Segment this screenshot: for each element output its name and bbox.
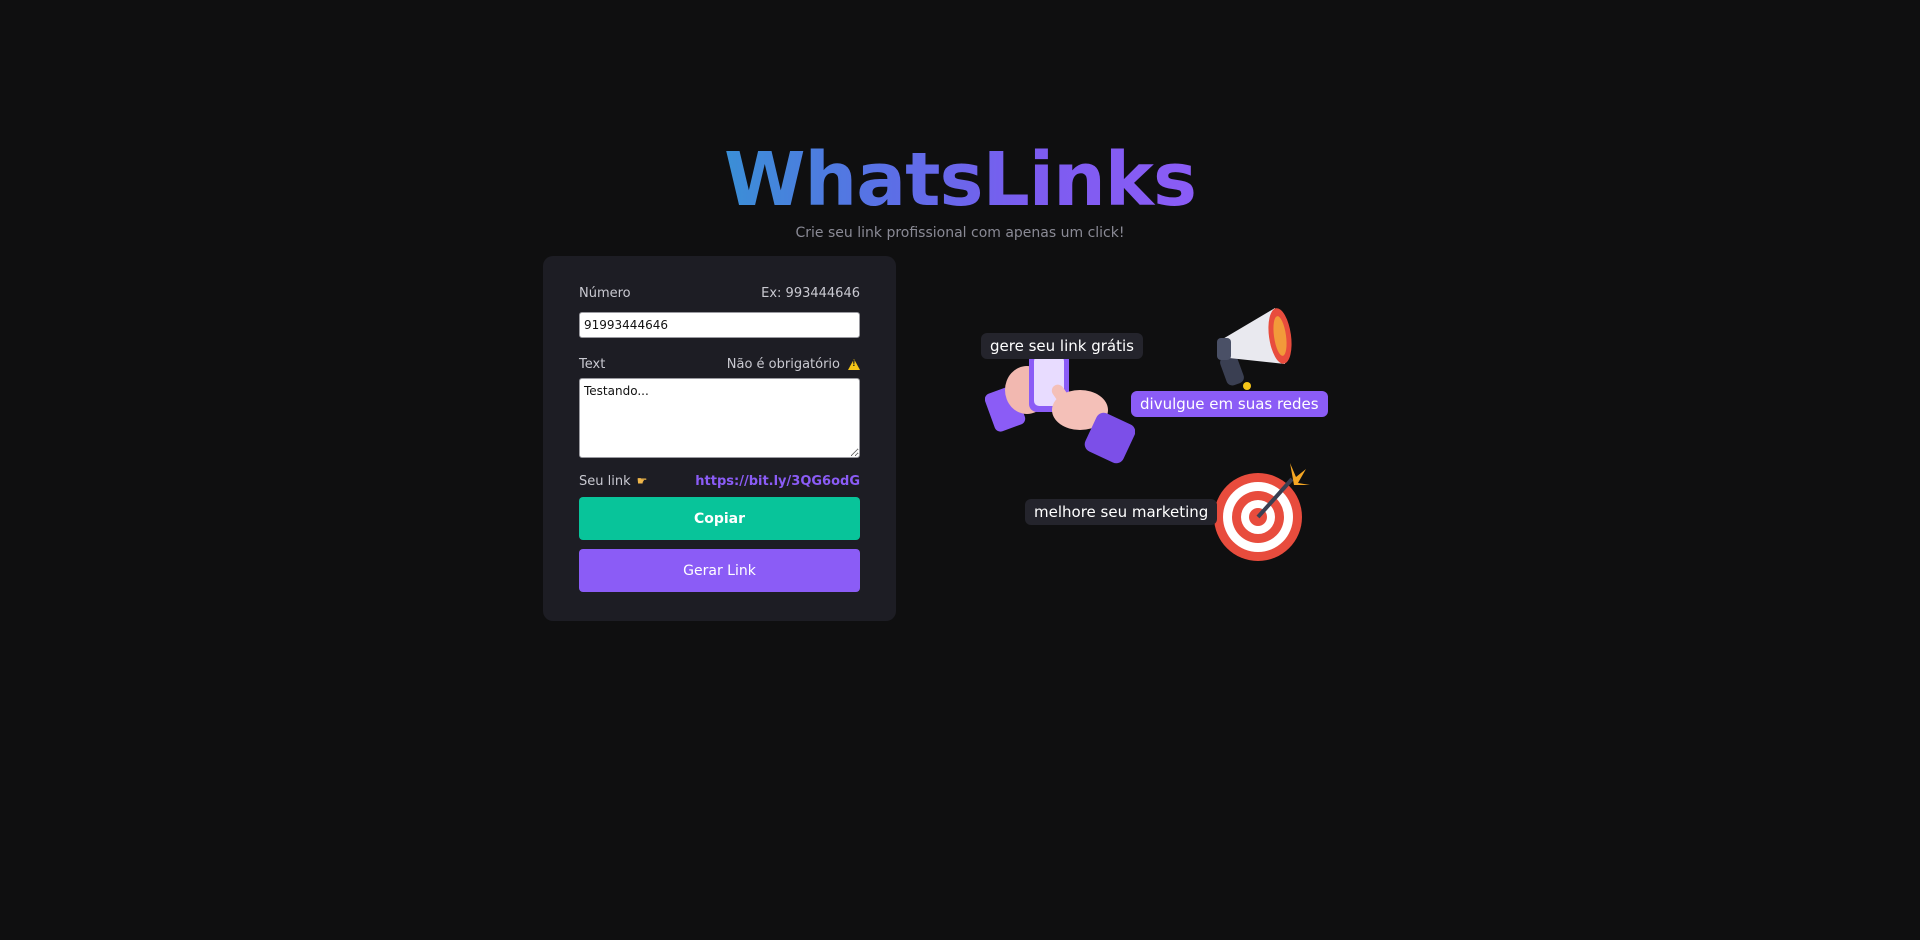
brand-title: WhatsLinks — [723, 137, 1197, 223]
numero-label: Número — [579, 285, 631, 301]
link-form-card: Número Ex: 993444646 Text Não é obrigató… — [543, 256, 896, 621]
tag-share-networks: divulgue em suas redes — [1131, 391, 1328, 417]
phone-hands-icon — [985, 350, 1135, 464]
link-label: Seu link — [579, 473, 631, 489]
generate-link-button[interactable]: Gerar Link — [579, 549, 860, 592]
header: WhatsLinks Crie seu link profissional co… — [0, 138, 1920, 241]
tag-improve-marketing: melhore seu marketing — [1025, 499, 1218, 525]
page: WhatsLinks Crie seu link profissional co… — [0, 0, 1920, 940]
numero-label-row: Número Ex: 993444646 — [579, 281, 860, 305]
link-label-wrap: Seu link ☛ — [579, 474, 647, 489]
text-hint: Não é obrigatório — [726, 356, 840, 372]
promo-illustration: gere seu link grátis divulgue em suas re… — [975, 295, 1335, 575]
tag-generate-free: gere seu link grátis — [981, 333, 1143, 359]
copy-button[interactable]: Copiar — [579, 497, 860, 540]
numero-example: Ex: 993444646 — [761, 285, 860, 301]
text-label-row: Text Não é obrigatório — [579, 352, 860, 376]
pointing-hand-icon: ☛ — [636, 473, 648, 488]
tagline: Crie seu link profissional com apenas um… — [795, 225, 1125, 241]
text-hint-wrap: Não é obrigatório — [727, 357, 860, 372]
warning-icon — [848, 358, 860, 370]
text-input[interactable]: Testando... — [579, 378, 860, 458]
generated-link[interactable]: https://bit.ly/3QG6odG — [695, 474, 860, 489]
target-icon — [1214, 463, 1310, 561]
link-row: Seu link ☛ https://bit.ly/3QG6odG — [579, 469, 860, 493]
megaphone-icon — [1217, 308, 1292, 390]
numero-input[interactable] — [579, 312, 860, 338]
text-label: Text — [579, 356, 606, 372]
